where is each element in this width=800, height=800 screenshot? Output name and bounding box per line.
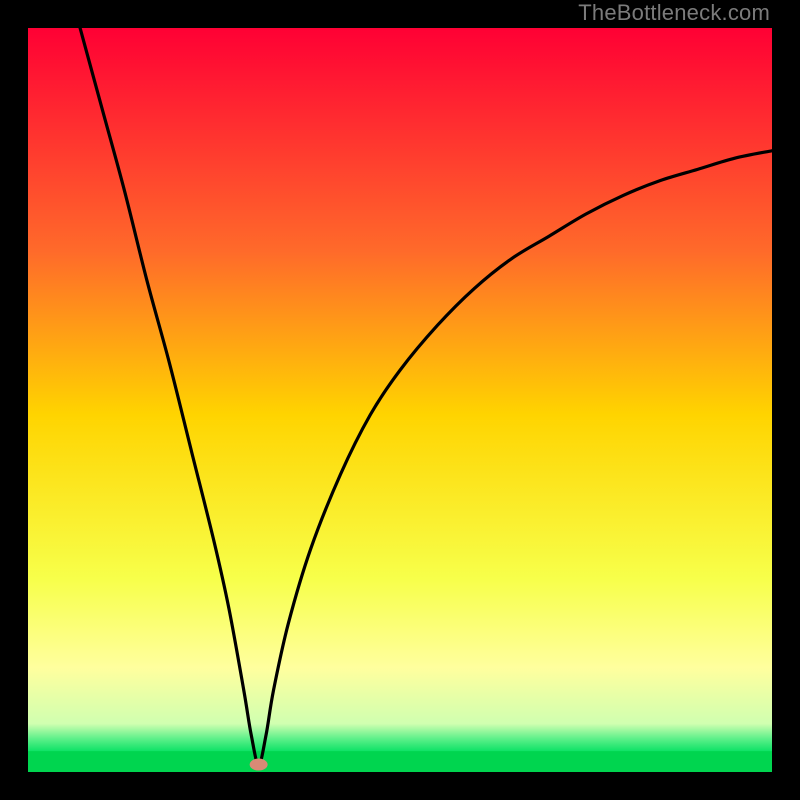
chart-container: TheBottleneck.com — [0, 0, 800, 800]
watermark-text: TheBottleneck.com — [578, 0, 770, 26]
green-band — [28, 751, 772, 772]
gradient-background — [28, 28, 772, 772]
plot-area — [28, 28, 772, 772]
bottleneck-chart — [28, 28, 772, 772]
optimal-marker — [250, 759, 268, 771]
